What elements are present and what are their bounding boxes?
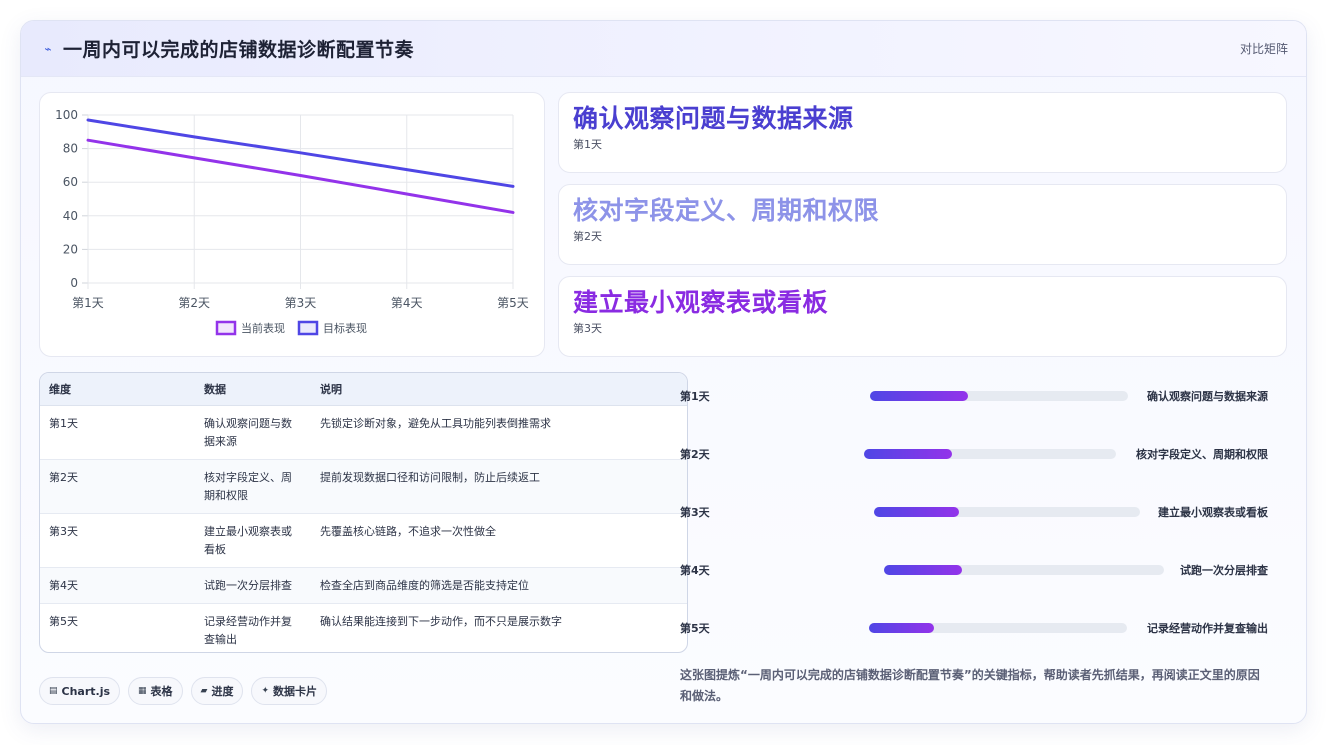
progress-track	[864, 449, 1116, 459]
progress-row: 第5天 记录经营动作并复查输出	[680, 618, 1268, 638]
pulse-icon: ⌁	[44, 41, 52, 56]
progress-row: 第4天 试跑一次分层排查	[680, 560, 1268, 580]
table-row: 第4天 试跑一次分层排查 检查全店到商品维度的筛选是否能支持定位	[40, 567, 687, 604]
chip-label: 进度	[211, 685, 234, 698]
progress-fill	[869, 623, 934, 633]
summary-note: 这张图提炼“一周内可以完成的店铺数据诊断配置节奏”的关键指标，帮助读者先抓结果，…	[680, 668, 1260, 703]
page-title: 一周内可以完成的店铺数据诊断配置节奏	[63, 39, 415, 61]
x-tick-label: 第3天	[285, 296, 317, 310]
legend-swatch	[297, 320, 319, 336]
table-cell: 检查全店到商品维度的筛选是否能支持定位	[311, 567, 687, 604]
progress-track	[884, 565, 1164, 575]
progress-label: 第5天	[680, 622, 710, 635]
legend-label: 目标表现	[323, 321, 367, 335]
chip-progress[interactable]: ▰ 进度	[190, 677, 244, 705]
table-cell: 第4天	[40, 567, 195, 604]
stat-card-subtitle: 第3天	[573, 322, 602, 335]
progress-row: 第2天 核对字段定义、周期和权限	[680, 444, 1268, 464]
x-tick-label: 第4天	[391, 296, 423, 310]
stat-card-3: 建立最小观察表或看板 第3天	[558, 276, 1287, 357]
table-cell: 确认结果能连接到下一步动作，而不只是展示数字	[320, 614, 562, 628]
progress-row: 第3天 建立最小观察表或看板	[680, 502, 1268, 522]
table-header-cell: 维度	[40, 373, 195, 406]
table-header-cell: 数据	[195, 373, 311, 406]
table-cell: 先覆盖核心链路，不追求一次性做全	[311, 513, 687, 568]
header: ⌁ 一周内可以完成的店铺数据诊断配置节奏 对比矩阵	[21, 21, 1306, 77]
y-tick-label: 60	[63, 175, 78, 189]
progress-fill	[874, 507, 960, 517]
table-header-cell: 说明	[311, 373, 687, 406]
progress-label: 第2天	[680, 448, 710, 461]
legend-label: 当前表现	[241, 321, 285, 335]
data-table: 维度 数据 说明 第1天 确认观察问题与数据来源 先锁定诊断对象，避免从工具功能…	[40, 373, 687, 652]
progress-text: 核对字段定义、周期和权限	[1136, 448, 1268, 461]
y-tick-label: 100	[55, 108, 78, 122]
stat-card-title: 核对字段定义、周期和权限	[573, 196, 880, 225]
chip-label: 表格	[150, 685, 173, 698]
table-cell: 第5天	[49, 614, 78, 628]
y-tick-label: 80	[63, 142, 78, 156]
legend-swatch	[215, 320, 237, 336]
table-cell: 试跑一次分层排查	[195, 567, 311, 604]
table-cell: 第1天	[40, 405, 195, 460]
table-cell: 确认观察问题与数据来源	[195, 405, 311, 460]
progress-text: 确认观察问题与数据来源	[1147, 390, 1268, 403]
chip-data-cards[interactable]: ✦ 数据卡片	[251, 677, 328, 705]
table-row: 第2天 核对字段定义、周期和权限 提前发现数据口径和访问限制，防止后续返工	[40, 459, 687, 514]
progress-icon: ▰	[200, 686, 208, 696]
progress-fill	[870, 391, 969, 401]
stat-card-1: 确认观察问题与数据来源 第1天	[558, 92, 1287, 173]
table-cell: 建立最小观察表或看板	[195, 513, 311, 568]
progress-text: 记录经营动作并复查输出	[1147, 622, 1268, 635]
progress-track	[874, 507, 1140, 517]
table-cell: 先锁定诊断对象，避免从工具功能列表倒推需求	[311, 405, 687, 460]
comparison-matrix-label: 对比矩阵	[1239, 42, 1288, 56]
table-row: 第1天 确认观察问题与数据来源 先锁定诊断对象，避免从工具功能列表倒推需求	[40, 405, 687, 460]
progress-text: 建立最小观察表或看板	[1158, 506, 1268, 519]
tag-chips: ▤ Chart.js ▦ 表格 ▰ 进度 ✦ 数据卡片	[39, 677, 328, 705]
stat-card-title: 确认观察问题与数据来源	[573, 104, 854, 133]
progress-label: 第4天	[680, 564, 710, 577]
chip-label: 数据卡片	[273, 685, 318, 698]
chip-label: Chart.js	[61, 684, 111, 698]
header-left: ⌁ 一周内可以完成的店铺数据诊断配置节奏	[41, 35, 414, 62]
stat-card-subtitle: 第1天	[573, 138, 602, 151]
table-row: 第3天 建立最小观察表或看板 先覆盖核心链路，不追求一次性做全	[40, 513, 687, 568]
progress-track	[869, 623, 1127, 633]
table-cell: 第2天	[40, 459, 195, 514]
table-row: 第5天 记录经营动作并复查输出 确认结果能连接到下一步动作，而不只是展示数字	[40, 603, 687, 652]
progress-fill	[864, 449, 953, 459]
progress-label: 第3天	[680, 506, 710, 519]
progress-text: 试跑一次分层排查	[1180, 564, 1268, 577]
table-cell: 第3天	[40, 513, 195, 568]
line-chart: 0 20 40 60 80 100 第1天 第2天 第3天 第4天 第5天当前表现 目标表现	[55, 108, 529, 336]
progress-fill	[884, 565, 963, 575]
table-cell: 记录经营动作并复查输出	[204, 614, 292, 646]
y-tick-label: 0	[70, 276, 78, 290]
stat-card-2: 核对字段定义、周期和权限 第2天	[558, 184, 1287, 265]
x-tick-label: 第2天	[178, 296, 210, 310]
chart-icon: ▤	[49, 686, 58, 696]
y-tick-label: 20	[63, 242, 78, 256]
progress-track	[870, 391, 1128, 401]
progress-row: 第1天 确认观察问题与数据来源	[680, 386, 1268, 406]
table-header-row: 维度 数据 说明	[40, 373, 687, 406]
table-cell: 核对字段定义、周期和权限	[195, 459, 311, 514]
data-table-panel: 维度 数据 说明 第1天 确认观察问题与数据来源 先锁定诊断对象，避免从工具功能…	[39, 372, 688, 653]
table-icon: ▦	[138, 686, 147, 696]
chip-table[interactable]: ▦ 表格	[128, 677, 183, 705]
progress-label: 第1天	[680, 390, 710, 403]
x-tick-label: 第5天	[497, 296, 529, 310]
stat-card-subtitle: 第2天	[573, 230, 602, 243]
line-chart-panel: 0 20 40 60 80 100 第1天 第2天 第3天 第4天 第5天当前表现 目标表现	[39, 92, 545, 357]
stat-card-title: 建立最小观察表或看板	[573, 288, 829, 317]
chip-chartjs[interactable]: ▤ Chart.js	[39, 677, 121, 705]
table-cell: 提前发现数据口径和访问限制，防止后续返工	[311, 459, 687, 514]
sparkle-icon: ✦	[261, 686, 270, 696]
x-tick-label: 第1天	[72, 296, 104, 310]
y-tick-label: 40	[63, 209, 78, 223]
